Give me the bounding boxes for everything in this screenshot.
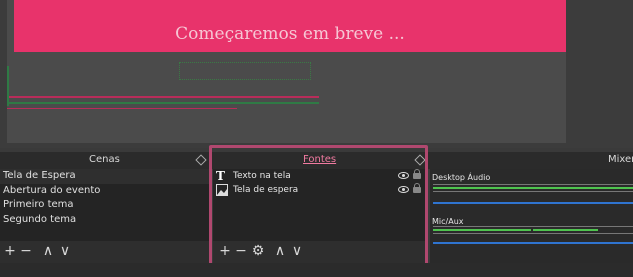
ghost-artifact	[179, 62, 311, 80]
scene-label: Abertura do evento	[3, 184, 101, 196]
list-item[interactable]: Segundo tema	[0, 213, 209, 228]
mixer-channel-label: Mic/Aux	[432, 217, 464, 226]
meter-scale	[433, 233, 633, 238]
mixer-channel-label: Desktop Áudio	[432, 173, 491, 182]
volume-meter	[433, 229, 531, 231]
scenes-list: Tela de Espera Abertura do evento Primei…	[0, 169, 209, 241]
list-item[interactable]: Tela de Espera	[0, 169, 209, 184]
preview-banner: Começaremos em breve ...	[14, 0, 566, 52]
add-scene-button[interactable]: +	[2, 243, 18, 259]
audio-mixer: Desktop Áudio Mic/Aux	[430, 169, 633, 263]
sources-highlight-frame	[209, 145, 428, 268]
volume-meter	[533, 229, 598, 231]
move-up-button[interactable]: ∧	[40, 243, 56, 259]
ghost-line	[7, 102, 319, 104]
ghost-line	[7, 108, 237, 109]
ghost-line	[7, 66, 9, 106]
preview-area: Começaremos em breve ...	[0, 0, 633, 148]
scene-label: Segundo tema	[3, 213, 77, 225]
list-item[interactable]: Primeiro tema	[0, 198, 209, 213]
banner-text: Começaremos em breve ...	[175, 24, 405, 44]
ghost-line	[7, 96, 319, 98]
meter-scale	[433, 191, 633, 196]
status-bar	[0, 263, 633, 277]
scenes-toolbar: + − ∧ ∨	[0, 241, 209, 263]
list-item[interactable]: Abertura do evento	[0, 184, 209, 199]
scene-label: Primeiro tema	[3, 199, 74, 210]
dock-float-icon[interactable]	[195, 154, 207, 166]
preview-canvas[interactable]: Começaremos em breve ...	[7, 0, 566, 143]
move-down-button[interactable]: ∨	[57, 243, 73, 259]
volume-slider[interactable]	[433, 242, 633, 244]
volume-slider[interactable]	[433, 202, 633, 204]
scenes-title: Cenas	[89, 154, 120, 165]
volume-meter	[433, 187, 633, 189]
mixer-title: Mixer	[608, 154, 633, 165]
remove-scene-button[interactable]: −	[18, 243, 34, 259]
scene-label: Tela de Espera	[3, 170, 76, 181]
